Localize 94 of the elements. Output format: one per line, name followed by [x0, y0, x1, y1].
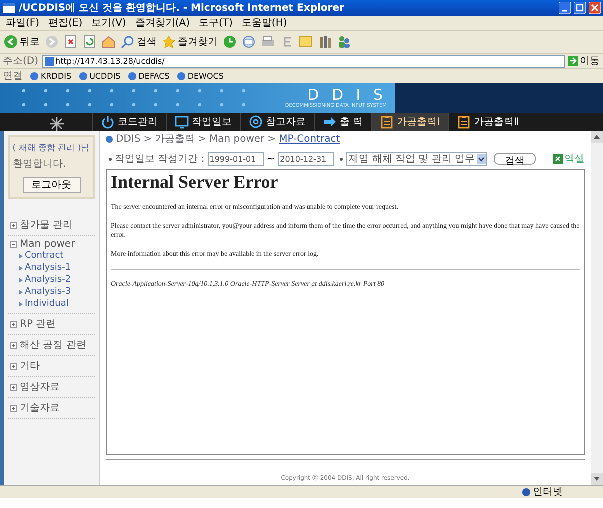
- home-icon[interactable]: [102, 35, 116, 49]
- address-field[interactable]: http://147.43.13.28/ucddis/: [42, 54, 565, 68]
- caret-icon: [477, 154, 486, 164]
- sidebar-item[interactable]: 참가물 관리: [10, 218, 74, 232]
- search-icon: [121, 35, 135, 49]
- logout-button[interactable]: 로그아웃: [22, 177, 80, 193]
- scroll-up-icon[interactable]: [591, 131, 603, 143]
- range-dash: ~: [266, 154, 276, 164]
- maximize-button[interactable]: [574, 2, 586, 14]
- sparkle-icon: [50, 117, 64, 131]
- menu-item[interactable]: 도구(T): [199, 16, 233, 30]
- books-icon[interactable]: [318, 35, 332, 49]
- refresh-icon[interactable]: [83, 35, 97, 49]
- chevron-icon: [19, 254, 23, 258]
- power-icon: [101, 115, 115, 129]
- back-button[interactable]: 뒤로: [4, 35, 40, 49]
- menu-item[interactable]: 파일(F): [6, 16, 40, 30]
- close-button[interactable]: [589, 2, 601, 14]
- collapse-icon[interactable]: [10, 241, 17, 248]
- end-date-field[interactable]: 2010-12-31: [278, 152, 334, 166]
- star-icon: [162, 35, 176, 49]
- stop-icon[interactable]: [64, 35, 78, 49]
- sidebar-item[interactable]: 영상자료: [10, 380, 60, 394]
- breadcrumb-item[interactable]: DDIS: [116, 134, 141, 144]
- zone-text: 인터넷: [533, 486, 563, 499]
- clipboard-icon: [457, 115, 472, 129]
- page-icon: [78, 72, 88, 80]
- printer-icon[interactable]: [261, 35, 275, 49]
- expand-icon[interactable]: [10, 222, 17, 228]
- sidebar-subitem[interactable]: Analysis-3: [10, 286, 78, 298]
- bullet-icon: [340, 158, 344, 160]
- people-icon[interactable]: [337, 35, 351, 49]
- scroll-down-icon[interactable]: [591, 473, 603, 485]
- breadcrumb-item[interactable]: Man power: [209, 134, 265, 144]
- sidebar-item[interactable]: RP 관련: [10, 317, 56, 331]
- sidebar-item[interactable]: Man power: [10, 239, 76, 250]
- expand-icon[interactable]: [10, 320, 17, 328]
- links-label: 연결: [3, 70, 23, 83]
- breadcrumb-item[interactable]: 가공출력: [155, 132, 196, 146]
- go-arrow-icon: [568, 56, 578, 66]
- error-heading: Internal Server Error: [111, 172, 280, 193]
- sidebar-item[interactable]: 기술자료: [10, 401, 60, 415]
- menu-item[interactable]: 편집(E): [48, 16, 83, 30]
- chevron-icon: [19, 302, 23, 306]
- bullet-icon: [109, 158, 112, 160]
- minimize-button[interactable]: [559, 2, 571, 14]
- breadcrumb-separator: >: [198, 134, 206, 144]
- link-button[interactable]: DEWOCS: [176, 72, 224, 80]
- sidebar-subitem[interactable]: Analysis-2: [10, 274, 78, 286]
- breadcrumb-separator: >: [144, 134, 152, 144]
- clipboard-icon: [380, 115, 394, 129]
- chevron-icon: [19, 266, 23, 270]
- breadcrumb-link[interactable]: MP-Contract: [279, 134, 340, 144]
- sidebar-item[interactable]: 해산 공정 관련: [10, 338, 86, 352]
- search-button[interactable]: 검색: [494, 153, 536, 165]
- spreadsheet-icon: [553, 154, 563, 164]
- breadcrumb-separator: >: [268, 134, 276, 144]
- address-label: 주소(D): [3, 55, 39, 68]
- menu-item[interactable]: 도움말(H): [242, 16, 288, 30]
- globe-icon: [522, 488, 531, 496]
- expand-icon[interactable]: [10, 362, 17, 370]
- go-button[interactable]: 이동: [568, 54, 600, 68]
- user-name: ( 재해 종합 관리 )님: [13, 142, 90, 154]
- chevron-icon: [19, 278, 23, 282]
- link-button[interactable]: KRDDIS: [30, 72, 72, 80]
- menu-item[interactable]: 즐겨찾기(A): [135, 16, 190, 30]
- logo-text: D D I S: [308, 87, 387, 103]
- start-date-field[interactable]: 1999-01-01: [208, 152, 264, 166]
- sidebar-item[interactable]: 기타: [10, 359, 40, 373]
- favorites-button[interactable]: 즐겨찾기: [162, 35, 218, 49]
- chevron-icon: [19, 290, 23, 294]
- expand-icon[interactable]: [10, 342, 17, 348]
- menu-item[interactable]: 보기(V): [92, 16, 126, 30]
- window-title: /UCDDIS에 오신 것을 환영합니다. - Microsoft Internet Explorer: [19, 2, 346, 15]
- greeting-text: 환영합니다.: [13, 158, 66, 171]
- page-icon: [128, 72, 137, 80]
- sidebar-subitem[interactable]: Analysis-1: [10, 262, 78, 274]
- monitor-icon: [175, 115, 189, 129]
- expand-icon[interactable]: [10, 384, 17, 390]
- link-button[interactable]: UCDDIS: [78, 72, 121, 80]
- category-dropdown[interactable]: 제염 해체 작업 및 관리 업무: [346, 152, 488, 166]
- history-icon[interactable]: [223, 35, 237, 49]
- page-icon: [176, 72, 186, 80]
- sidebar-subitem[interactable]: Contract: [10, 250, 70, 262]
- browser-icon: [2, 1, 16, 15]
- search-button[interactable]: 검색: [121, 35, 157, 49]
- sidebar-subitem[interactable]: Individual: [10, 298, 75, 310]
- period-label: 작업일보 작성기간 :: [115, 153, 205, 166]
- arrow-icon: [323, 115, 337, 129]
- nav-tab[interactable]: 가공출력Ⅰ: [371, 113, 448, 131]
- link-button[interactable]: DEFACS: [128, 72, 170, 80]
- scrollbar[interactable]: [591, 131, 603, 485]
- bullet-icon: [106, 136, 113, 142]
- expand-icon[interactable]: [10, 404, 17, 412]
